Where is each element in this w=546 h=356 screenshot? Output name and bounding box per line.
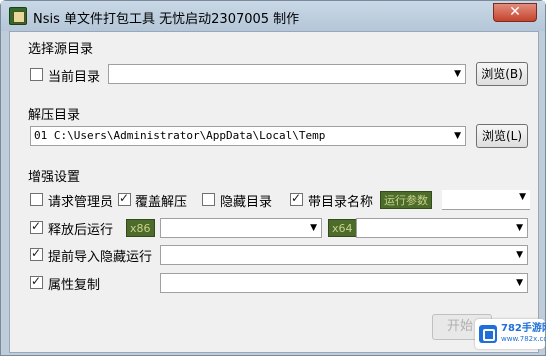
watermark-url: www.782x.com bbox=[501, 335, 546, 343]
preimport-combo[interactable]: ▼ bbox=[160, 245, 528, 265]
browse-source-button[interactable]: 浏览(B) bbox=[476, 62, 528, 86]
close-icon: ✕ bbox=[509, 4, 521, 20]
x64-tag: x64 bbox=[328, 219, 357, 237]
extract-dir-combo[interactable]: 01 C:\Users\Administrator\AppData\Local\… bbox=[30, 126, 466, 146]
run-after-release-label: 释放后运行 bbox=[48, 223, 114, 238]
close-button[interactable]: ✕ bbox=[493, 3, 537, 22]
x86-tag: x86 bbox=[126, 219, 155, 237]
dropdown-arrow-icon: ▼ bbox=[310, 223, 317, 233]
preimport-hidden-checkbox[interactable] bbox=[30, 246, 43, 261]
dropdown-arrow-icon: ▼ bbox=[516, 250, 523, 260]
enhanced-heading: 增强设置 bbox=[28, 170, 81, 185]
with-dir-name-checkbox[interactable] bbox=[290, 191, 303, 206]
request-admin-label: 请求管理员 bbox=[48, 195, 114, 210]
overwrite-extract-checkbox[interactable] bbox=[118, 191, 131, 206]
overwrite-extract-label: 覆盖解压 bbox=[135, 195, 188, 210]
app-window: Nsis 单文件打包工具 无忧启动2307005 制作 ✕ 选择源目录 当前目录… bbox=[0, 0, 546, 356]
x64-combo[interactable]: ▼ bbox=[356, 218, 528, 238]
request-admin-checkbox[interactable] bbox=[30, 193, 43, 206]
extract-dir-heading: 解压目录 bbox=[28, 108, 81, 123]
x86-combo[interactable]: ▼ bbox=[160, 218, 322, 238]
watermark-logo-icon bbox=[479, 325, 497, 343]
current-dir-checkbox[interactable] bbox=[30, 68, 43, 81]
dropdown-arrow-icon: ▼ bbox=[454, 131, 461, 141]
main-panel: 选择源目录 当前目录 ▼ 浏览(B) 解压目录 01 C:\Users\Admi… bbox=[9, 31, 539, 353]
with-dir-name-label: 带目录名称 bbox=[308, 195, 374, 210]
app-icon bbox=[9, 7, 27, 25]
watermark-brand: 782手游网 bbox=[501, 323, 546, 334]
browse-extract-button[interactable]: 浏览(L) bbox=[476, 124, 528, 148]
source-dir-heading: 选择源目录 bbox=[28, 42, 94, 57]
hide-dir-label: 隐藏目录 bbox=[220, 195, 273, 210]
dropdown-arrow-icon: ▼ bbox=[454, 69, 461, 79]
attr-copy-label: 属性复制 bbox=[48, 278, 101, 293]
attr-copy-checkbox[interactable] bbox=[30, 274, 43, 289]
source-dir-combo[interactable]: ▼ bbox=[108, 64, 466, 84]
window-title: Nsis 单文件打包工具 无忧启动2307005 制作 bbox=[33, 12, 300, 27]
extract-dir-value: 01 C:\Users\Administrator\AppData\Local\… bbox=[34, 129, 326, 142]
title-bar[interactable]: Nsis 单文件打包工具 无忧启动2307005 制作 ✕ bbox=[1, 1, 545, 31]
dropdown-arrow-icon: ▼ bbox=[516, 223, 523, 233]
preimport-hidden-label: 提前导入隐藏运行 bbox=[48, 250, 153, 265]
attr-copy-combo[interactable]: ▼ bbox=[160, 273, 528, 293]
site-watermark: 782手游网 www.782x.com bbox=[475, 319, 546, 349]
dropdown-arrow-icon: ▼ bbox=[516, 278, 523, 288]
dropdown-arrow-icon: ▼ bbox=[519, 192, 526, 202]
hide-dir-checkbox[interactable] bbox=[202, 193, 215, 206]
run-params-tag: 运行参数 bbox=[380, 191, 432, 209]
run-after-release-checkbox[interactable] bbox=[30, 219, 43, 234]
current-dir-label: 当前目录 bbox=[48, 70, 101, 85]
run-params-combo[interactable]: ▼ bbox=[442, 190, 530, 210]
